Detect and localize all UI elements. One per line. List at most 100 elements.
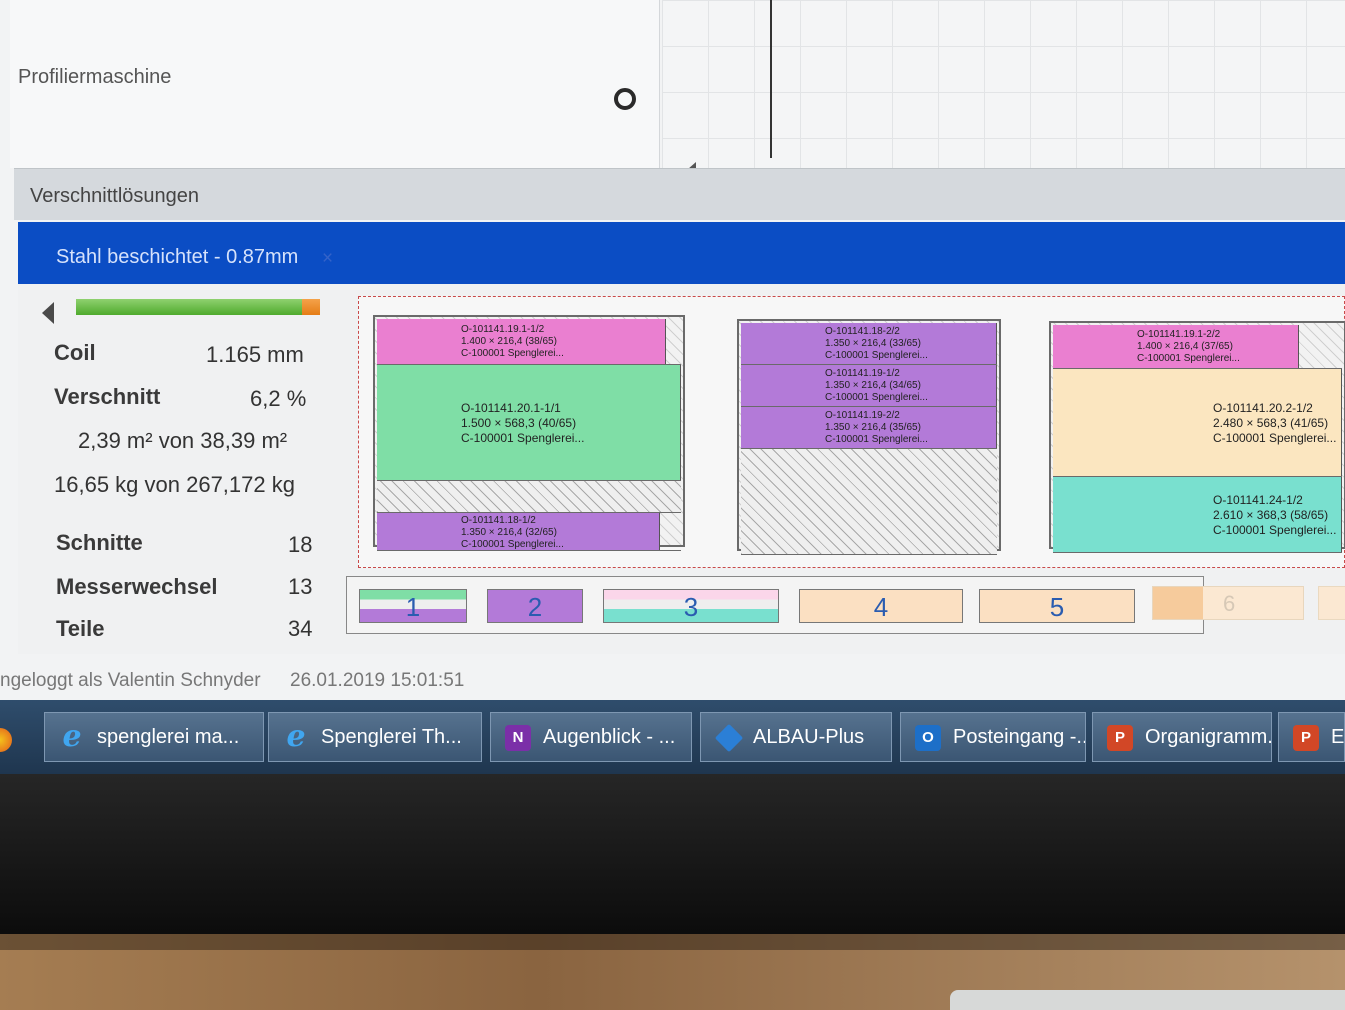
taskbar-item[interactable]: P Organigramm... bbox=[1092, 712, 1272, 762]
strip-label-line: 1.400 × 216,4 (38/65) bbox=[461, 336, 557, 347]
strip-label-line: O-101141.20.2-1/2 bbox=[1213, 400, 1313, 415]
close-icon[interactable]: × bbox=[322, 248, 333, 270]
internet-explorer-icon: e bbox=[286, 719, 306, 754]
strip-label-line: C-100001 Spenglerei... bbox=[461, 539, 564, 550]
strip-label: O-101141.19.1-2/2 1.400 × 216,4 (37/65) C-… bbox=[1137, 329, 1240, 365]
cut-strip[interactable]: O-101141.20.2-1/2 2.480 × 568,3 (41/65) C-… bbox=[1053, 369, 1342, 477]
previous-solution-arrow-icon[interactable] bbox=[42, 302, 54, 324]
progress-fill bbox=[76, 299, 320, 315]
parts-label: Teile bbox=[56, 616, 105, 641]
cut-strip[interactable]: O-101141.20.1-1/1 1.500 × 568,3 (40/65) C-… bbox=[377, 365, 681, 481]
taskbar-item[interactable]: ALBAU-Plus bbox=[700, 712, 892, 762]
cut-strip[interactable]: O-101141.24-1/2 2.610 × 368,3 (58/65) C-10… bbox=[1053, 477, 1342, 553]
solution-thumbnail-1[interactable]: 1 bbox=[359, 589, 467, 623]
taskbar-item-label: Posteingang -... bbox=[953, 726, 1086, 748]
status-datetime: 26.01.2019 15:01:51 bbox=[290, 670, 465, 691]
desk-shadow bbox=[0, 934, 1345, 950]
cut-strip[interactable]: O-101141.18-1/2 1.350 × 216,4 (32/65) C-10… bbox=[377, 513, 681, 551]
cut-strip[interactable]: O-101141.19-2/2 1.350 × 216,4 (35/65) C-10… bbox=[741, 407, 997, 449]
strip-label-line: 1.350 × 216,4 (35/65) bbox=[825, 422, 921, 433]
status-bar: ngeloggt als Valentin Schnyder 26.01.201… bbox=[0, 668, 1345, 698]
solution-thumbnail-2[interactable]: 2 bbox=[487, 589, 583, 623]
desk-object bbox=[950, 990, 1345, 1010]
knife-changes-value: 13 bbox=[288, 574, 313, 599]
strip-label-line: C-100001 Spenglerei... bbox=[461, 430, 585, 445]
windows-taskbar: e spenglerei ma... e Spenglerei Th... N Augen… bbox=[0, 700, 1345, 774]
thumbnail-number: 1 bbox=[405, 592, 421, 622]
strip-label-line: O-101141.18-1/2 bbox=[461, 515, 536, 526]
strip-label-line: 1.500 × 568,3 (40/65) bbox=[461, 415, 577, 430]
strip-label-line: C-100001 Spenglerei... bbox=[825, 350, 928, 361]
solution-progress-bar bbox=[76, 299, 320, 315]
tab-material[interactable]: Stahl beschichtet - 0.87mm × bbox=[18, 222, 1345, 284]
taskbar-item[interactable]: O Posteingang -... bbox=[900, 712, 1086, 762]
strip-label-line: O-101141.20.1-1/1 bbox=[461, 400, 561, 415]
taskbar-item[interactable]: e spenglerei ma... bbox=[44, 712, 264, 762]
strip-label-line: 2.610 × 368,3 (58/65) bbox=[1213, 507, 1329, 522]
monitor-bezel bbox=[0, 774, 1345, 934]
panel-title: Verschnittlösungen bbox=[30, 185, 200, 207]
solution-thumbnail-5[interactable]: 5 bbox=[979, 589, 1135, 623]
strip-label: O-101141.18-1/2 1.350 × 216,4 (32/65) C-10… bbox=[461, 515, 564, 551]
powerpoint-icon: P bbox=[1107, 725, 1133, 751]
machine-status-circle-icon[interactable] bbox=[614, 88, 636, 110]
coil-layout-3[interactable]: O-101141.19.1-2/2 1.400 × 216,4 (37/65) C-… bbox=[1049, 321, 1345, 553]
strip-label-line: O-101141.19.1-1/2 bbox=[461, 324, 545, 335]
thumbnail-number: 3 bbox=[683, 592, 699, 622]
strip-label: O-101141.20.2-1/2 2.480 × 568,3 (41/65) C-… bbox=[1213, 401, 1336, 446]
taskbar-item-label: Ent bbox=[1331, 726, 1345, 748]
strip-label: O-101141.19.1-1/2 1.400 × 216,4 (38/65) C-… bbox=[461, 324, 564, 360]
cut-strip[interactable]: O-101141.19.1-1/2 1.400 × 216,4 (38/65) C-… bbox=[377, 319, 681, 365]
strip-label-line: C-100001 Spenglerei... bbox=[825, 434, 928, 445]
parts-value: 34 bbox=[288, 616, 313, 641]
strip-label: O-101141.18-2/2 1.350 × 216,4 (33/65) C-10… bbox=[825, 326, 928, 362]
strip-label-line: 2.480 × 568,3 (41/65) bbox=[1213, 415, 1329, 430]
taskbar-item-label: Organigramm... bbox=[1145, 726, 1272, 748]
waste-strip[interactable] bbox=[377, 481, 681, 513]
solution-thumbnail-6[interactable]: 6 bbox=[1152, 586, 1304, 620]
strip-label-line: 1.350 × 216,4 (33/65) bbox=[825, 338, 921, 349]
solution-content: Coil 1.165 mm Verschnitt 6,2 % 2,39 m² v… bbox=[18, 284, 1345, 654]
strip-label: O-101141.19-1/2 1.350 × 216,4 (34/65) C-10… bbox=[825, 368, 928, 404]
strip-label-line: C-100001 Spenglerei... bbox=[461, 348, 564, 359]
taskbar-item-label: Augenblick - ... bbox=[543, 726, 676, 748]
strip-label-line: C-100001 Spenglerei... bbox=[1213, 430, 1337, 445]
statistics-panel: Coil 1.165 mm Verschnitt 6,2 % 2,39 m² v… bbox=[18, 284, 348, 654]
taskbar-item-label: ALBAU-Plus bbox=[753, 726, 865, 748]
strip-label-line: C-100001 Spenglerei... bbox=[825, 392, 928, 403]
waste-value: 6,2 % bbox=[250, 386, 307, 411]
machine-panel: Profiliermaschine bbox=[10, 0, 660, 168]
onenote-icon: N bbox=[505, 725, 531, 751]
logged-in-user: ngeloggt als Valentin Schnyder bbox=[0, 670, 261, 691]
strip-label: O-101141.24-1/2 2.610 × 368,3 (58/65) C-10… bbox=[1213, 493, 1336, 538]
cut-strip[interactable]: O-101141.19.1-2/2 1.400 × 216,4 (37/65) C-… bbox=[1053, 325, 1342, 369]
strip-label-line: O-101141.19.1-2/2 bbox=[1137, 329, 1221, 340]
strip-label-line: O-101141.18-2/2 bbox=[825, 326, 900, 337]
solution-thumbnail-4[interactable]: 4 bbox=[799, 589, 963, 623]
strip-label-line: 1.350 × 216,4 (34/65) bbox=[825, 380, 921, 391]
outlook-icon: O bbox=[915, 725, 941, 751]
strip-label-line: O-101141.19-2/2 bbox=[825, 410, 900, 421]
start-button-icon[interactable] bbox=[0, 728, 12, 752]
waste-strip[interactable] bbox=[741, 449, 997, 555]
panel-header: Verschnittlösungen bbox=[14, 168, 1345, 220]
strip-label-line: C-100001 Spenglerei... bbox=[1213, 522, 1337, 537]
taskbar-item-label: Spenglerei Th... bbox=[321, 726, 462, 748]
strip-label-line: C-100001 Spenglerei... bbox=[1137, 353, 1240, 364]
coil-layout-2[interactable]: O-101141.18-2/2 1.350 × 216,4 (33/65) C-10… bbox=[737, 319, 1001, 555]
cut-strip[interactable]: O-101141.19-1/2 1.350 × 216,4 (34/65) C-10… bbox=[741, 365, 997, 407]
coil-layout-1[interactable]: O-101141.19.1-1/2 1.400 × 216,4 (38/65) C-… bbox=[373, 315, 685, 551]
taskbar-item[interactable]: N Augenblick - ... bbox=[490, 712, 692, 762]
grid-marker-line bbox=[770, 0, 772, 158]
solution-thumbnails: 1 2 3 4 5 bbox=[346, 576, 1204, 634]
solution-thumbnail-3[interactable]: 3 bbox=[603, 589, 779, 623]
cut-strip[interactable]: O-101141.18-2/2 1.350 × 216,4 (33/65) C-10… bbox=[741, 323, 997, 365]
taskbar-item[interactable]: P Ent bbox=[1278, 712, 1345, 762]
strip-label-line: O-101141.19-1/2 bbox=[825, 368, 900, 379]
coil-value: 1.165 mm bbox=[206, 342, 304, 367]
taskbar-item[interactable]: e Spenglerei Th... bbox=[268, 712, 482, 762]
solution-thumbnail-partial[interactable] bbox=[1318, 586, 1345, 620]
powerpoint-icon: P bbox=[1293, 725, 1319, 751]
coil-area: O-101141.19.1-1/2 1.400 × 216,4 (38/65) C-… bbox=[377, 319, 681, 551]
thumbnail-number: 6 bbox=[1223, 591, 1236, 616]
